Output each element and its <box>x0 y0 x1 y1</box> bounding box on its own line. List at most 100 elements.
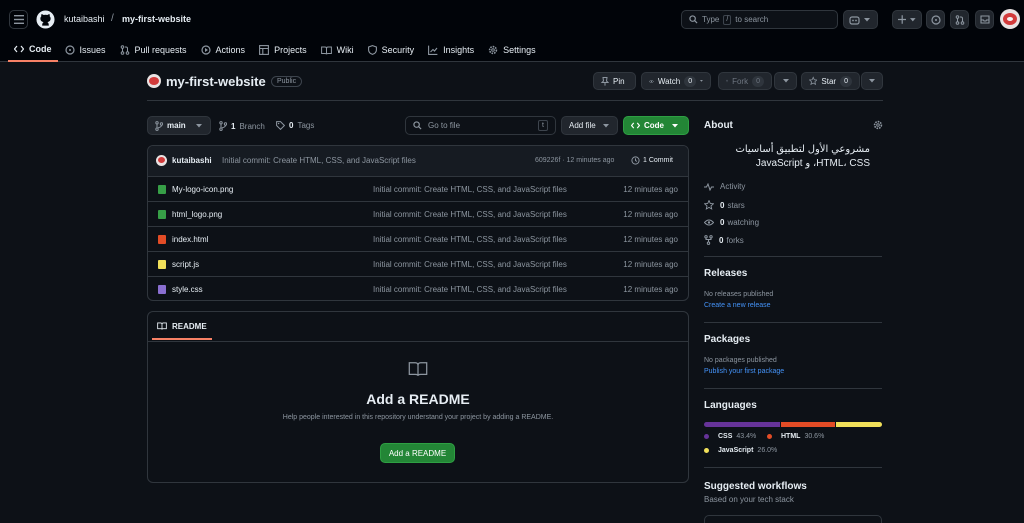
file-commit-message[interactable]: Initial commit: Create HTML, CSS, and Ja… <box>373 235 567 244</box>
tab-code[interactable]: Code <box>8 38 58 62</box>
watching-label: watching <box>727 218 760 227</box>
language-dot <box>767 434 772 439</box>
file-name[interactable]: style.css <box>172 285 203 294</box>
language-bar-segment-css <box>704 422 781 427</box>
search-icon <box>413 121 422 130</box>
tab-settings[interactable]: Settings <box>481 38 543 62</box>
copilot-button[interactable] <box>843 10 878 29</box>
workflow-card[interactable] <box>704 515 882 523</box>
fork-button[interactable]: Fork 0 <box>718 72 772 90</box>
watch-button[interactable]: Watch 0 <box>641 72 711 90</box>
language-percent: 30.6% <box>804 433 825 440</box>
eye-icon <box>704 219 714 226</box>
tab-label: Issues <box>79 45 106 55</box>
language-bar-segment-javascript <box>836 422 882 427</box>
file-row[interactable]: My-logo-icon.png Initial commit: Create … <box>148 176 689 201</box>
pulse-icon <box>704 182 714 191</box>
file-name[interactable]: My-logo-icon.png <box>172 185 233 194</box>
file-row[interactable]: html_logo.png Initial commit: Create HTM… <box>148 201 689 226</box>
go-to-file-placeholder: Go to file <box>428 121 461 130</box>
global-search-input[interactable]: Type / to search <box>681 10 838 29</box>
chevron-down-icon <box>195 123 202 127</box>
readme-tab[interactable]: README <box>152 314 212 340</box>
file-name[interactable]: script.js <box>172 260 199 269</box>
pin-button[interactable]: Pin <box>593 72 636 90</box>
menu-button[interactable] <box>9 10 28 29</box>
create-new-button[interactable] <box>892 10 922 29</box>
file-row[interactable]: style.css Initial commit: Create HTML, C… <box>148 276 689 301</box>
issue-icon <box>64 45 75 55</box>
publish-package-link[interactable]: Publish your first package <box>704 368 784 375</box>
go-to-file-input[interactable]: Go to file t <box>405 116 556 135</box>
language-item-css[interactable]: CSS 43.4% <box>704 433 756 440</box>
tab-wiki[interactable]: Wiki <box>314 38 361 62</box>
star-label: Star <box>821 76 837 86</box>
repo-link[interactable]: my-first-website <box>122 14 191 24</box>
tab-label: Code <box>29 44 52 54</box>
commits-link[interactable]: 1 Commit <box>631 156 673 165</box>
stars-link[interactable]: 0 stars <box>704 200 745 210</box>
file-html-icon <box>158 234 166 244</box>
tag-count: 0 <box>289 121 294 130</box>
branches-link[interactable]: 1 Branch <box>219 121 265 131</box>
repo-avatar <box>147 74 161 88</box>
pull-request-icon <box>955 14 964 25</box>
file-date: 12 minutes ago <box>623 184 678 194</box>
file-name[interactable]: index.html <box>172 235 208 244</box>
avatar-graphic <box>149 77 159 85</box>
add-file-button[interactable]: Add file <box>561 116 618 135</box>
pull-requests-button[interactable] <box>950 10 969 29</box>
code-button[interactable]: Code <box>623 116 689 135</box>
file-js-icon <box>158 259 166 269</box>
forks-count: 0 <box>719 235 724 245</box>
fork-dropdown-button[interactable] <box>774 72 797 90</box>
packages-heading[interactable]: Packages <box>704 334 750 345</box>
file-image-icon <box>158 184 166 194</box>
inbox-button[interactable] <box>975 10 994 29</box>
file-name[interactable]: html_logo.png <box>172 210 222 219</box>
watching-link[interactable]: 0 watching <box>704 218 759 227</box>
tab-security[interactable]: Security <box>361 38 422 62</box>
repo-title[interactable]: my-first-website <box>166 74 266 89</box>
file-commit-message[interactable]: Initial commit: Create HTML, CSS, and Ja… <box>373 185 567 194</box>
tab-actions[interactable]: Actions <box>194 38 253 62</box>
code-icon <box>631 122 640 129</box>
language-item-javascript[interactable]: JavaScript 26.0% <box>704 447 777 454</box>
github-logo-icon[interactable] <box>36 10 55 29</box>
language-item-html[interactable]: HTML 30.6% <box>767 433 824 440</box>
eye-icon <box>649 79 654 83</box>
add-readme-button[interactable]: Add a README <box>380 443 455 463</box>
file-commit-message[interactable]: Initial commit: Create HTML, CSS, and Ja… <box>373 260 567 269</box>
file-commit-message[interactable]: Initial commit: Create HTML, CSS, and Ja… <box>373 210 567 219</box>
star-dropdown-button[interactable] <box>861 72 883 90</box>
create-release-link[interactable]: Create a new release <box>704 302 771 309</box>
tab-issues[interactable]: Issues <box>58 38 113 62</box>
language-dot <box>704 448 709 453</box>
star-button[interactable]: Star 0 <box>801 72 860 90</box>
gear-icon[interactable] <box>873 120 883 130</box>
branch-selector[interactable]: main <box>147 116 211 135</box>
tab-label: Pull requests <box>134 45 187 55</box>
tab-projects[interactable]: Projects <box>252 38 314 62</box>
file-row[interactable]: index.html Initial commit: Create HTML, … <box>148 226 689 251</box>
issues-button[interactable] <box>926 10 945 29</box>
tab-pull-requests[interactable]: Pull requests <box>113 38 194 62</box>
commit-hash-time[interactable]: 609226f · 12 minutes ago <box>535 157 614 164</box>
visibility-badge: Public <box>271 76 303 87</box>
hamburger-icon <box>13 15 24 24</box>
file-row[interactable]: script.js Initial commit: Create HTML, C… <box>148 251 689 276</box>
tab-insights[interactable]: Insights <box>421 38 481 62</box>
go-to-file-key: t <box>538 120 548 131</box>
history-icon <box>631 156 640 165</box>
commit-message[interactable]: Initial commit: Create HTML, CSS, and Ja… <box>222 156 416 165</box>
tags-link[interactable]: 0 Tags <box>276 121 314 130</box>
user-avatar[interactable] <box>1000 9 1020 29</box>
file-commit-message[interactable]: Initial commit: Create HTML, CSS, and Ja… <box>373 285 567 294</box>
releases-heading[interactable]: Releases <box>704 268 747 279</box>
commit-author-avatar[interactable] <box>156 155 167 166</box>
owner-link[interactable]: kutaibashi <box>64 14 105 24</box>
activity-link[interactable]: Activity <box>704 182 745 191</box>
commit-author[interactable]: kutaibashi <box>172 156 212 165</box>
avatar-graphic <box>158 157 165 163</box>
forks-link[interactable]: 0 forks <box>704 235 744 245</box>
